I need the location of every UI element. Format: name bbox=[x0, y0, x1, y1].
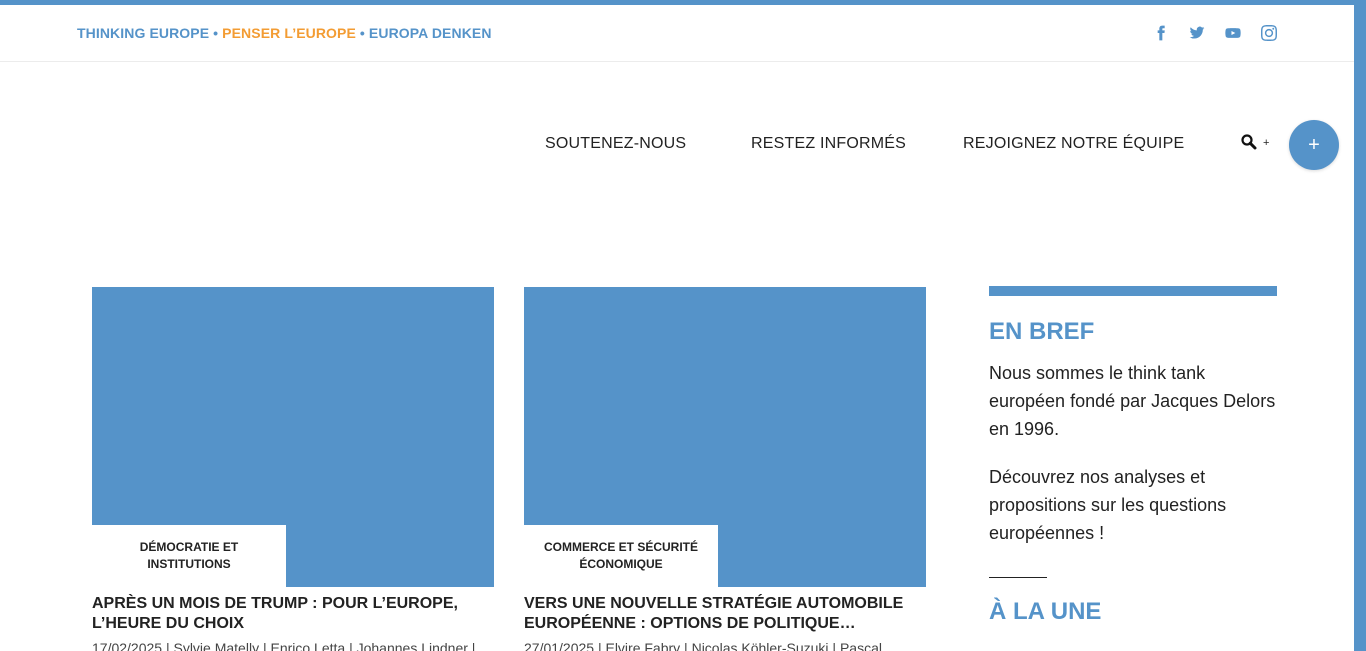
article-category[interactable]: COMMERCE ET SÉCURITÉ ÉCONOMIQUE bbox=[524, 525, 718, 587]
twitter-icon[interactable] bbox=[1187, 23, 1207, 43]
sidebar: EN BREF Nous sommes le think tank europé… bbox=[989, 286, 1277, 626]
article-image[interactable]: DÉMOCRATIE ET INSTITUTIONS bbox=[92, 287, 494, 587]
tagline-english: THINKING EUROPE bbox=[77, 25, 210, 41]
article-image[interactable]: COMMERCE ET SÉCURITÉ ÉCONOMIQUE bbox=[524, 287, 926, 587]
tagline-separator: • bbox=[209, 25, 223, 41]
article-card: COMMERCE ET SÉCURITÉ ÉCONOMIQUE VERS UNE… bbox=[524, 287, 926, 651]
scrollbar[interactable] bbox=[1354, 0, 1366, 651]
sliding-menu-button[interactable]: + bbox=[1289, 120, 1339, 170]
youtube-icon[interactable] bbox=[1223, 23, 1243, 43]
tagline-french: PENSER L’EUROPE bbox=[222, 25, 356, 41]
sidebar-divider bbox=[989, 577, 1047, 578]
article-category[interactable]: DÉMOCRATIE ET INSTITUTIONS bbox=[92, 525, 286, 587]
article-card: DÉMOCRATIE ET INSTITUTIONS APRÈS UN MOIS… bbox=[92, 287, 494, 651]
site-tagline: THINKING EUROPE • PENSER L’EUROPE • EURO… bbox=[77, 25, 492, 41]
top-bar: THINKING EUROPE • PENSER L’EUROPE • EURO… bbox=[0, 5, 1354, 62]
tagline-separator: • bbox=[355, 25, 369, 41]
article-meta: 17/02/2025 | Sylvie Matelly | Enrico Let… bbox=[92, 640, 476, 651]
nav-item-restez-informes[interactable]: RESTEZ INFORMÉS bbox=[751, 135, 906, 153]
search-icon bbox=[1241, 134, 1257, 150]
nav-item-soutenez-nous[interactable]: SOUTENEZ-NOUS bbox=[545, 135, 686, 153]
tagline-german: EUROPA DENKEN bbox=[368, 25, 492, 41]
nav-item-rejoignez-notre-equipe[interactable]: REJOIGNEZ NOTRE ÉQUIPE bbox=[963, 135, 1184, 153]
facebook-icon[interactable] bbox=[1151, 23, 1171, 43]
sidebar-accent-bar bbox=[989, 286, 1277, 296]
search-plus: + bbox=[1263, 137, 1270, 149]
sidebar-heading: EN BREF bbox=[989, 318, 1095, 345]
instagram-icon[interactable] bbox=[1259, 23, 1279, 43]
sidebar-heading-featured: À LA UNE bbox=[989, 598, 1102, 625]
article-meta: 27/01/2025 | Elvire Fabry | Nicolas Köhl… bbox=[524, 640, 882, 651]
article-title[interactable]: APRÈS UN MOIS DE TRUMP : POUR L’EUROPE, … bbox=[92, 594, 494, 634]
article-title[interactable]: VERS UNE NOUVELLE STRATÉGIE AUTOMOBILE E… bbox=[524, 594, 926, 634]
sidebar-cta: Découvrez nos analyses et propositions s… bbox=[989, 467, 1227, 543]
sidebar-intro: Nous sommes le think tank européen fondé… bbox=[989, 363, 1276, 439]
search-toggle-button[interactable]: + bbox=[1240, 133, 1272, 155]
